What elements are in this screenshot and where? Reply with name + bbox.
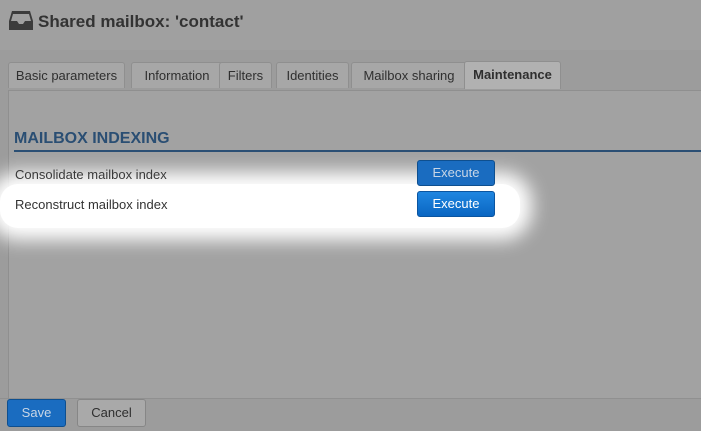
consolidate-execute-button[interactable]: Execute [417, 160, 495, 186]
tab-mailbox-sharing[interactable]: Mailbox sharing [351, 62, 467, 88]
section-divider [14, 150, 701, 152]
tab-identities[interactable]: Identities [276, 62, 349, 88]
cancel-button[interactable]: Cancel [77, 399, 146, 427]
tab-filters[interactable]: Filters [219, 62, 272, 88]
save-button[interactable]: Save [7, 399, 66, 427]
tab-basic-parameters[interactable]: Basic parameters [8, 62, 125, 88]
consolidate-index-label: Consolidate mailbox index [15, 167, 167, 182]
page-header: Shared mailbox: 'contact' [0, 0, 701, 50]
tab-maintenance[interactable]: Maintenance [464, 61, 561, 89]
page-title: Shared mailbox: 'contact' [38, 12, 244, 31]
reconstruct-index-label: Reconstruct mailbox index [15, 197, 168, 212]
inbox-tray-icon [9, 11, 33, 30]
reconstruct-execute-button[interactable]: Execute [417, 191, 495, 217]
tab-information[interactable]: Information [131, 62, 223, 88]
section-title: MAILBOX INDEXING [14, 130, 170, 147]
